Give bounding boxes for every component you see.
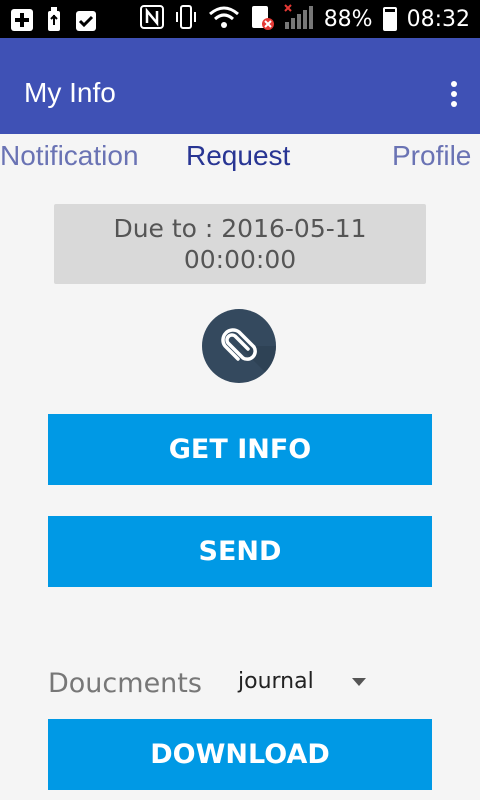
vibrate-icon [174, 4, 198, 34]
documents-selected-value: journal [238, 669, 314, 694]
send-button[interactable]: SEND [48, 516, 432, 587]
dropdown-arrow-icon [352, 678, 366, 686]
get-info-button[interactable]: GET INFO [48, 414, 432, 485]
download-button[interactable]: DOWNLOAD [48, 719, 432, 790]
clock: 08:32 [406, 6, 470, 32]
documents-label: Doucments [48, 668, 202, 699]
app-title: My Info [24, 77, 116, 108]
due-time-line: 00:00:00 [183, 245, 297, 274]
battery-charging-icon [382, 7, 397, 31]
battery-percent: 88% [323, 6, 373, 32]
usb-icon [46, 7, 62, 37]
app-bar: My Info [0, 38, 480, 134]
due-date-line: Due to : 2016-05-11 [113, 214, 367, 243]
paperclip-icon [221, 328, 276, 383]
wifi-icon [208, 5, 240, 33]
due-date-box: Due to : 2016-05-11 00:00:00 [54, 204, 426, 284]
attach-button[interactable] [202, 309, 276, 383]
documents-dropdown[interactable]: journal [238, 669, 370, 699]
nfc-icon [139, 5, 164, 33]
clipboard-check-icon [74, 8, 98, 36]
tab-profile[interactable]: Profile [392, 140, 471, 172]
signal-icon [283, 4, 314, 34]
status-bar: 88% 08:32 [0, 0, 480, 38]
tab-notification[interactable]: Notification [0, 140, 139, 172]
tab-request[interactable]: Request [186, 140, 290, 172]
more-vert-icon[interactable] [446, 79, 460, 109]
sim-error-icon [250, 4, 274, 34]
add-box-icon [10, 8, 34, 36]
